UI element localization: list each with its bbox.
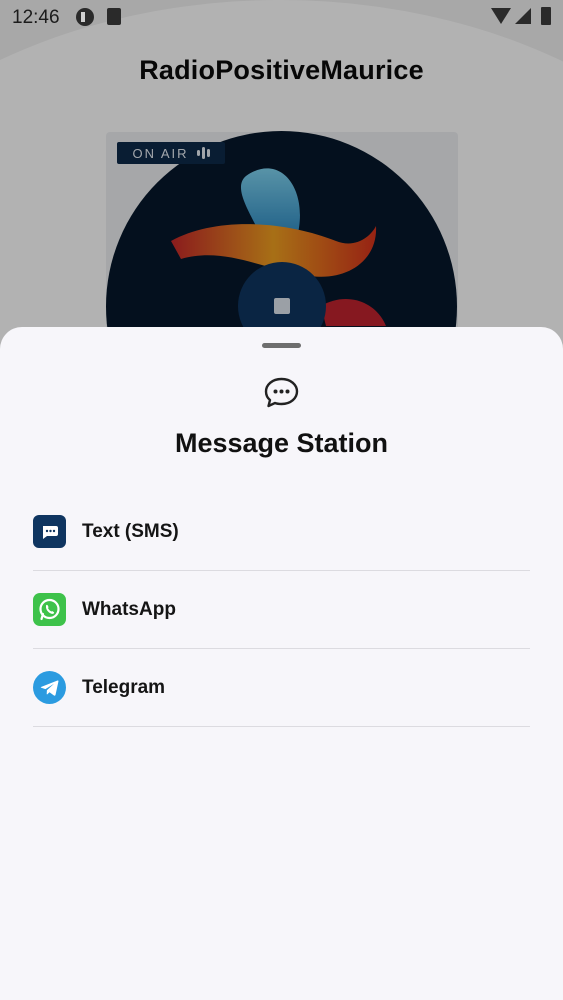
sd-card-icon: [107, 8, 121, 25]
signal-icon: [515, 8, 531, 24]
sheet-drag-handle[interactable]: [262, 343, 301, 348]
option-whatsapp[interactable]: WhatsApp: [33, 571, 530, 649]
telegram-icon: [33, 671, 66, 704]
notification-icon: [76, 8, 94, 26]
option-sms[interactable]: Text (SMS): [33, 493, 530, 571]
battery-icon: [541, 7, 551, 25]
chat-bubble-icon: [264, 377, 299, 408]
sms-icon: [33, 515, 66, 548]
whatsapp-icon: [33, 593, 66, 626]
option-telegram-label: Telegram: [82, 676, 166, 698]
status-bar: 12:46: [0, 0, 563, 34]
sheet-title: Message Station: [174, 428, 389, 458]
option-telegram[interactable]: Telegram: [33, 649, 530, 727]
wifi-icon: [491, 8, 511, 24]
option-whatsapp-label: WhatsApp: [82, 598, 176, 620]
message-station-sheet: Message Station Text (SMS) WhatsApp Tele…: [0, 327, 563, 1000]
status-time: 12:46: [12, 7, 60, 28]
option-sms-label: Text (SMS): [82, 520, 179, 542]
message-options-list: Text (SMS) WhatsApp Telegram: [33, 493, 530, 727]
